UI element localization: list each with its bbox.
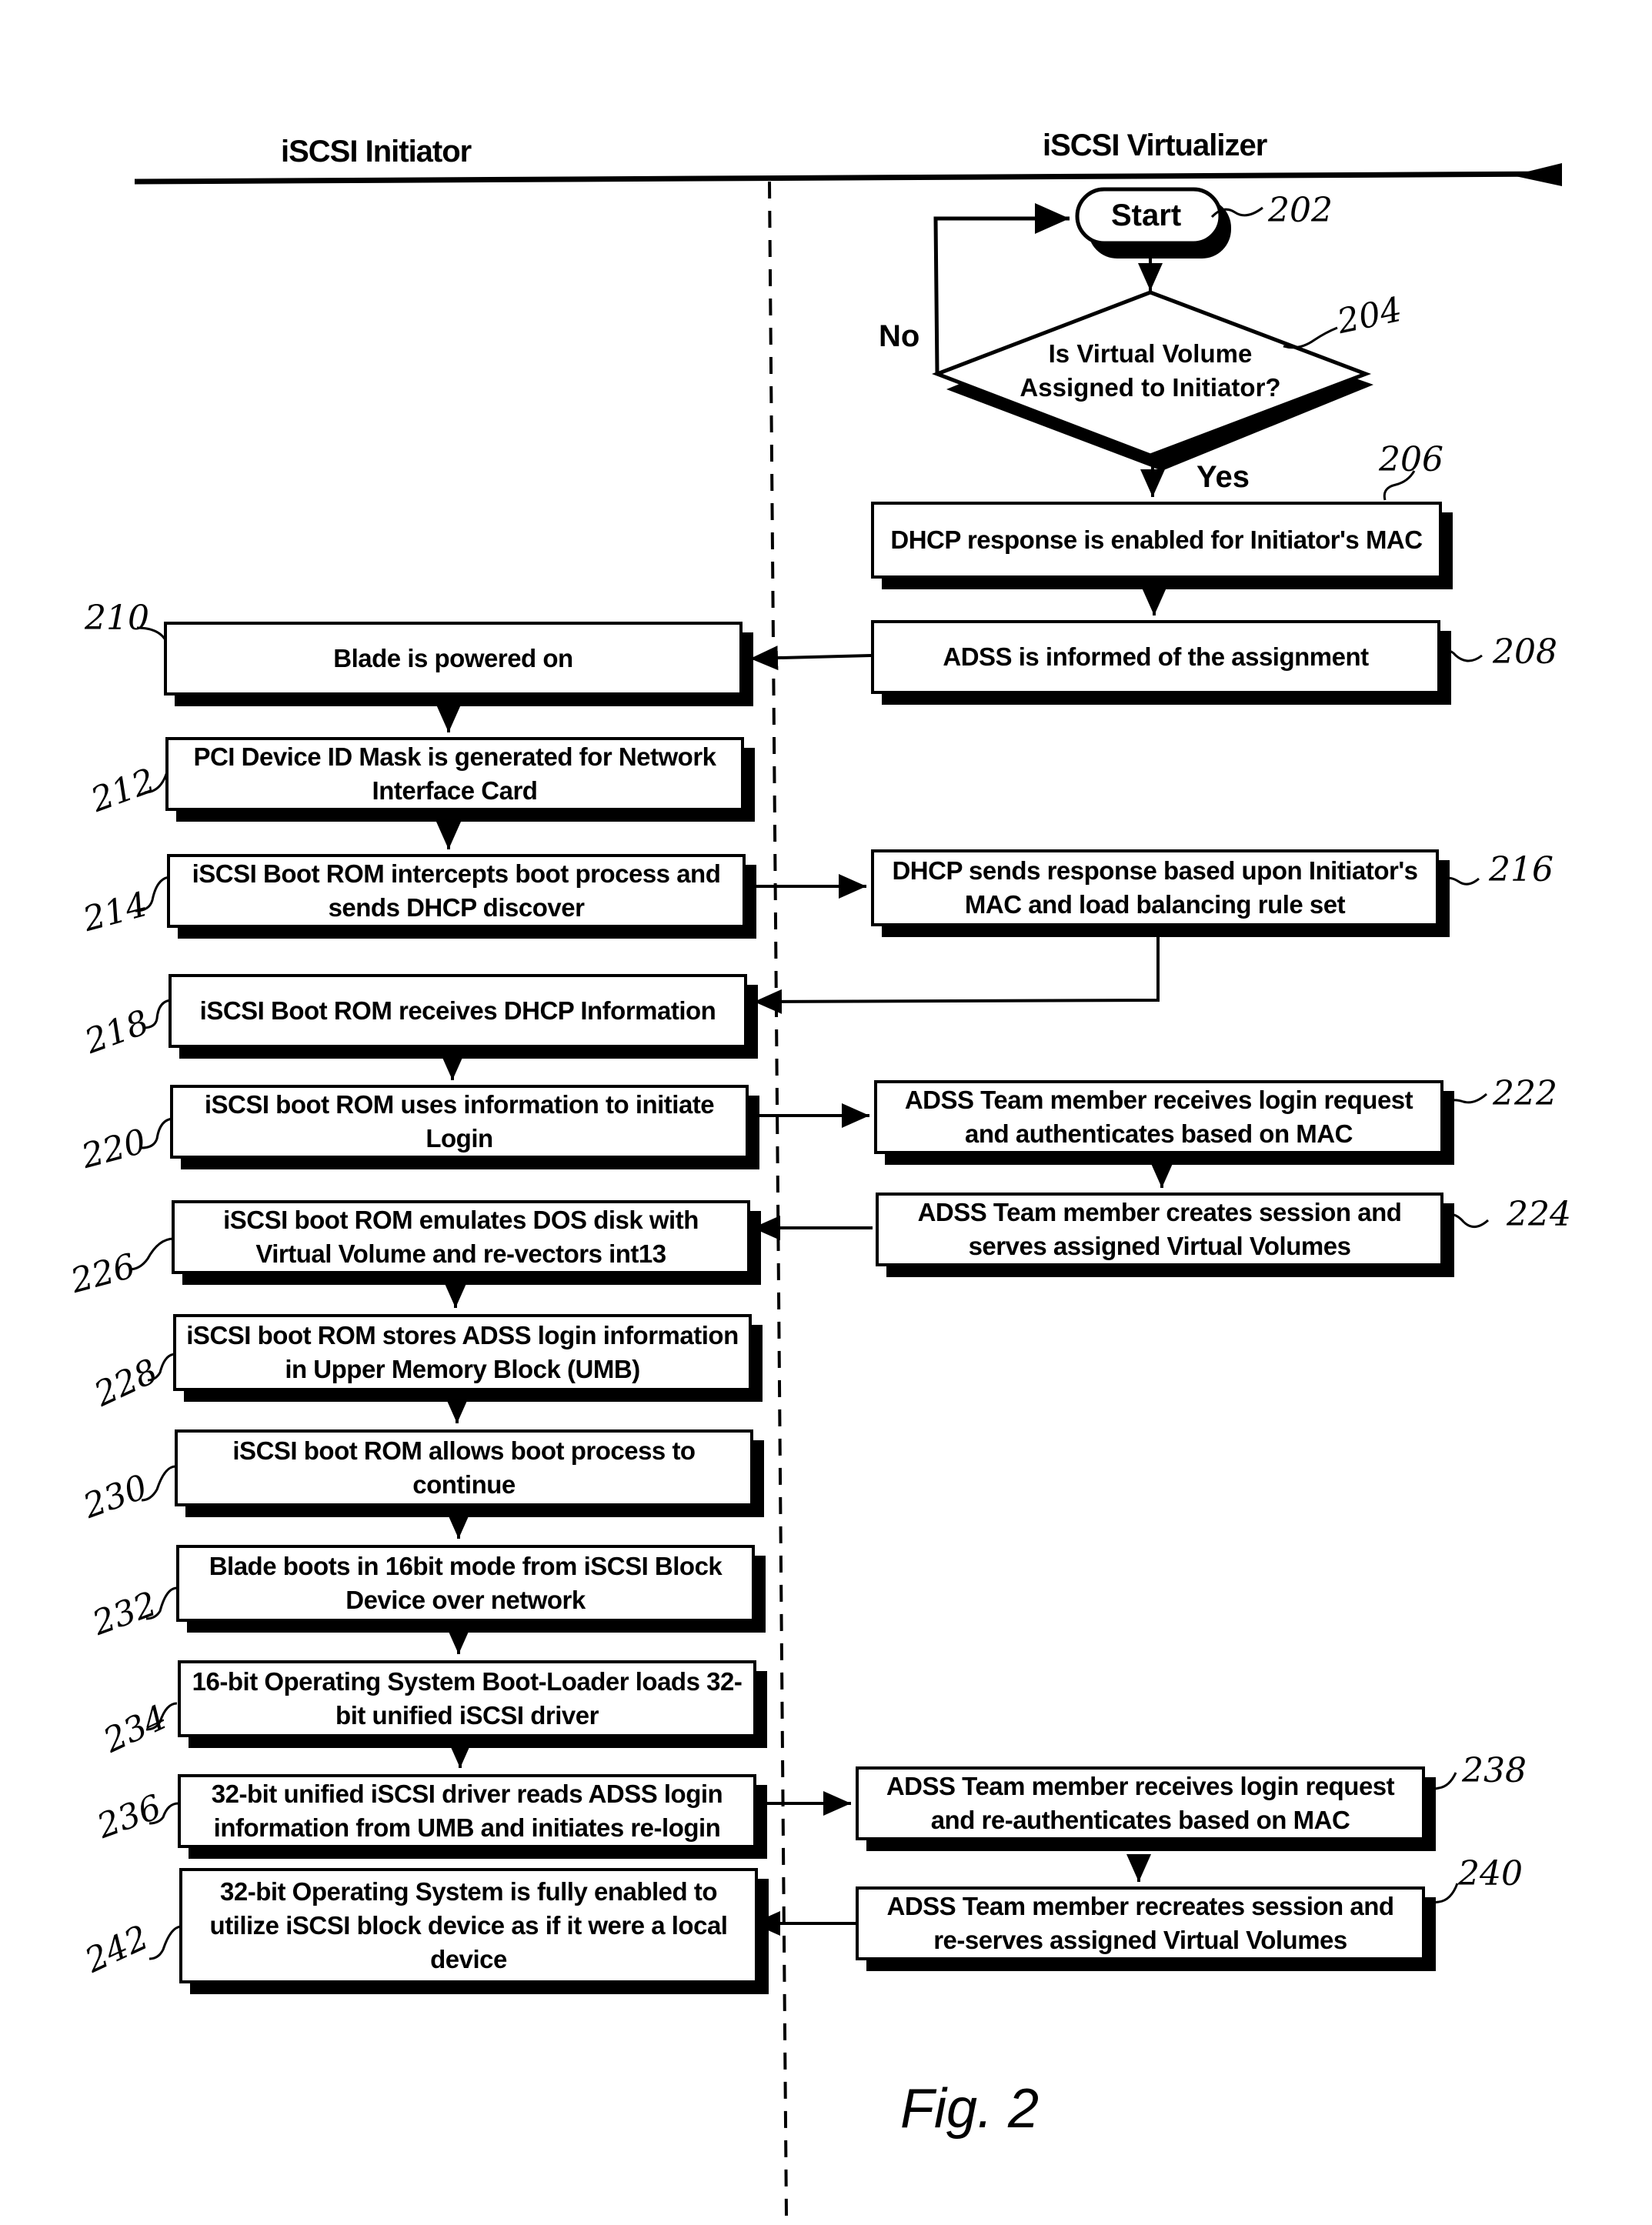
- start-label: Start: [1111, 198, 1182, 232]
- lane-divider: [768, 181, 788, 2217]
- step-218: iSCSI Boot ROM receives DHCP Information: [169, 974, 747, 1048]
- yes-label: Yes: [1196, 460, 1250, 494]
- leader-222: [1439, 1092, 1487, 1113]
- header-line: [134, 171, 1563, 185]
- step-238: ADSS Team member receives login request …: [856, 1766, 1425, 1840]
- step-214: iSCSI Boot ROM intercepts boot process a…: [167, 854, 746, 928]
- ref-238: 238: [1462, 1751, 1527, 1790]
- step-216: DHCP sends response based upon Initiator…: [871, 849, 1439, 926]
- step-226: iSCSI boot ROM emulates DOS disk with Vi…: [172, 1200, 750, 1274]
- ref-216: 216: [1489, 850, 1554, 889]
- ref-202: 202: [1268, 191, 1333, 230]
- ref-210: 210: [85, 599, 149, 638]
- step-236: 32-bit unified iSCSI driver reads ADSS l…: [178, 1774, 756, 1848]
- decision-text: Is Virtual Volume Assigned to Initiator?: [1000, 337, 1300, 405]
- arrow-208-to-210: [749, 645, 872, 671]
- leader-238: [1420, 1772, 1457, 1806]
- arrow-216-to-218: [753, 934, 1160, 1014]
- step-232: Blade boots in 16bit mode from iSCSI Blo…: [176, 1545, 755, 1622]
- ref-208: 208: [1493, 632, 1557, 672]
- step-224: ADSS Team member creates session and ser…: [876, 1193, 1443, 1266]
- step-206: DHCP response is enabled for Initiator's…: [871, 502, 1442, 579]
- step-212: PCI Device ID Mask is generated for Netw…: [165, 737, 744, 811]
- leader-216: [1436, 876, 1480, 887]
- leader-208: [1439, 649, 1483, 662]
- ref-240: 240: [1458, 1854, 1523, 1893]
- lane-title-initiator: iSCSI Initiator: [281, 135, 472, 168]
- leader-224: [1439, 1213, 1489, 1228]
- decision-line-1: Is Virtual Volume: [1048, 339, 1253, 368]
- step-240: ADSS Team member recreates session and r…: [856, 1886, 1425, 1960]
- header-arrowhead: [1512, 163, 1562, 186]
- leader-220: [141, 1117, 175, 1149]
- step-234: 16-bit Operating System Boot-Loader load…: [178, 1660, 756, 1737]
- ref-206: 206: [1379, 440, 1443, 479]
- leader-226: [128, 1237, 175, 1271]
- step-220: iSCSI boot ROM uses information to initi…: [170, 1085, 749, 1159]
- step-242: 32-bit Operating System is fully enabled…: [179, 1868, 758, 1983]
- ref-222: 222: [1493, 1074, 1557, 1113]
- leader-240: [1420, 1883, 1459, 1921]
- step-210: Blade is powered on: [164, 622, 743, 696]
- decision-line-2: Assigned to Initiator?: [1020, 373, 1281, 402]
- step-230: iSCSI boot ROM allows boot process to co…: [175, 1429, 753, 1506]
- step-222: ADSS Team member receives login request …: [874, 1080, 1443, 1154]
- figure-label: Fig. 2: [900, 2078, 1040, 2140]
- no-label: No: [879, 319, 920, 353]
- lane-title-virtualizer: iSCSI Virtualizer: [1043, 128, 1267, 162]
- step-228: iSCSI boot ROM stores ADSS login informa…: [173, 1314, 752, 1391]
- leader-242: [149, 1925, 182, 1960]
- step-208: ADSS is informed of the assignment: [871, 620, 1440, 694]
- ref-224: 224: [1507, 1195, 1571, 1234]
